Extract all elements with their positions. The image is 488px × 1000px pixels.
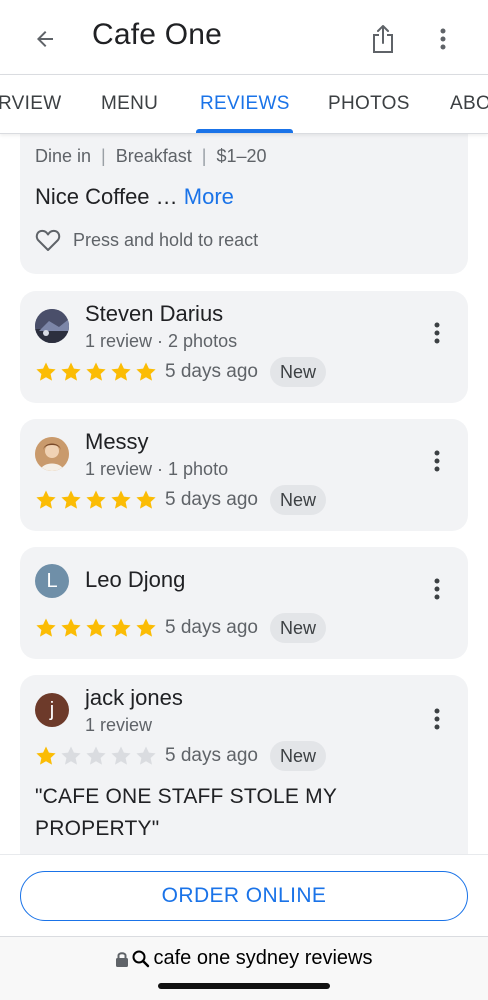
star-rating (35, 489, 160, 511)
visit-details: Dine in | Breakfast | $1–20 (35, 146, 267, 166)
star-rating (35, 617, 160, 639)
lock-icon (115, 950, 129, 968)
review-menu-icon[interactable] (425, 705, 449, 733)
more-link[interactable]: More (184, 184, 234, 209)
address-content: cafe one sydney reviews (0, 947, 488, 970)
star-filled-icon (111, 362, 131, 381)
review-date: 5 days ago (165, 617, 258, 638)
review-snippet: Nice Coffee … More (35, 184, 234, 210)
tab-overview[interactable]: RVIEW (0, 75, 61, 133)
reviewer-stats: 1 review (85, 715, 153, 735)
reviewer-name[interactable]: Steven Darius (85, 301, 223, 327)
star-filled-icon (36, 618, 56, 637)
review-snippet-text: Nice Coffee … (35, 184, 178, 209)
search-icon (131, 949, 151, 969)
app-screen: Cafe One RVIEW MENU REVIEWS PHOTOS ABO D… (0, 0, 488, 1000)
new-badge: New (269, 741, 326, 771)
dine-type: Dine in (35, 146, 92, 166)
review-date: 5 days ago (165, 489, 258, 510)
star-filled-icon (86, 490, 106, 509)
rating-row: 5 days ago New (35, 741, 326, 771)
review-card-previous: Dine in | Breakfast | $1–20 Nice Coffee … Mo… (20, 134, 468, 274)
review-card: Steven Darius 1 review · 2 photos 5 days… (20, 291, 468, 403)
heart-icon (35, 228, 61, 252)
reviewer-stats: 1 review · 1 photo (85, 459, 229, 479)
review-menu-icon[interactable] (425, 575, 449, 603)
star-rating (35, 745, 160, 767)
rating-row: 5 days ago New (35, 485, 326, 515)
back-arrow-icon[interactable] (28, 22, 62, 56)
review-date: 5 days ago (165, 361, 258, 382)
star-rating (35, 361, 160, 383)
star-filled-icon (36, 362, 56, 381)
browser-address-bar[interactable]: cafe one sydney reviews (0, 936, 488, 1000)
top-app-bar: Cafe One (0, 0, 488, 74)
review-card: L Leo Djong 5 days ago New (20, 547, 468, 659)
star-filled-icon (111, 618, 131, 637)
star-filled-icon (86, 362, 106, 381)
star-filled-icon (136, 490, 156, 509)
active-tab-indicator (196, 129, 293, 133)
star-filled-icon (36, 746, 56, 765)
avatar[interactable] (35, 437, 69, 471)
star-filled-icon (36, 490, 56, 509)
rating-row: 5 days ago New (35, 357, 326, 387)
star-empty-icon (61, 746, 81, 765)
new-badge: New (269, 613, 326, 643)
reviewer-name[interactable]: Leo Djong (85, 567, 185, 593)
star-filled-icon (61, 362, 81, 381)
share-icon[interactable] (366, 20, 400, 58)
avatar[interactable]: L (35, 564, 69, 598)
more-vert-icon[interactable] (428, 22, 458, 56)
review-card: j jack jones 1 review 5 days ago New "CA… (20, 675, 468, 854)
star-filled-icon (111, 490, 131, 509)
star-filled-icon (136, 618, 156, 637)
star-empty-icon (111, 746, 131, 765)
star-filled-icon (86, 618, 106, 637)
tab-reviews[interactable]: REVIEWS (200, 75, 290, 133)
tab-about[interactable]: ABO (450, 75, 488, 133)
review-text: "CAFE ONE STAFF STOLE MY PROPERTY" (35, 785, 337, 840)
rating-row: 5 days ago New (35, 613, 326, 643)
price-range: $1–20 (216, 146, 267, 166)
reviewer-name[interactable]: jack jones (85, 685, 183, 711)
reviews-list[interactable]: Dine in | Breakfast | $1–20 Nice Coffee … Mo… (0, 134, 488, 854)
order-online-button[interactable]: ORDER ONLINE (20, 871, 468, 921)
place-tabs: RVIEW MENU REVIEWS PHOTOS ABO (0, 74, 488, 134)
review-date: 5 days ago (165, 745, 258, 766)
order-bar: ORDER ONLINE (0, 854, 488, 936)
react-label: Press and hold to react (73, 229, 259, 250)
star-filled-icon (136, 362, 156, 381)
star-empty-icon (136, 746, 156, 765)
avatar-letter: L (46, 569, 58, 592)
avatar-letter: j (49, 698, 55, 721)
avatar[interactable]: j (35, 693, 69, 727)
review-menu-icon[interactable] (425, 319, 449, 347)
star-filled-icon (61, 490, 81, 509)
home-indicator[interactable] (158, 983, 330, 989)
url-text: cafe one sydney reviews (153, 947, 373, 969)
reviewer-name[interactable]: Messy (85, 429, 149, 455)
new-badge: New (269, 485, 326, 515)
reviewer-stats: 1 review · 2 photos (85, 331, 238, 351)
page-title: Cafe One (92, 18, 223, 51)
star-filled-icon (61, 618, 81, 637)
review-menu-icon[interactable] (425, 447, 449, 475)
new-badge: New (269, 357, 326, 387)
meal-type: Breakfast (115, 146, 192, 166)
review-card: Messy 1 review · 1 photo 5 days ago New (20, 419, 468, 531)
tab-menu[interactable]: MENU (101, 75, 158, 133)
star-empty-icon (86, 746, 106, 765)
avatar[interactable] (35, 309, 69, 343)
tab-photos[interactable]: PHOTOS (328, 75, 410, 133)
react-button[interactable]: Press and hold to react (35, 228, 258, 252)
